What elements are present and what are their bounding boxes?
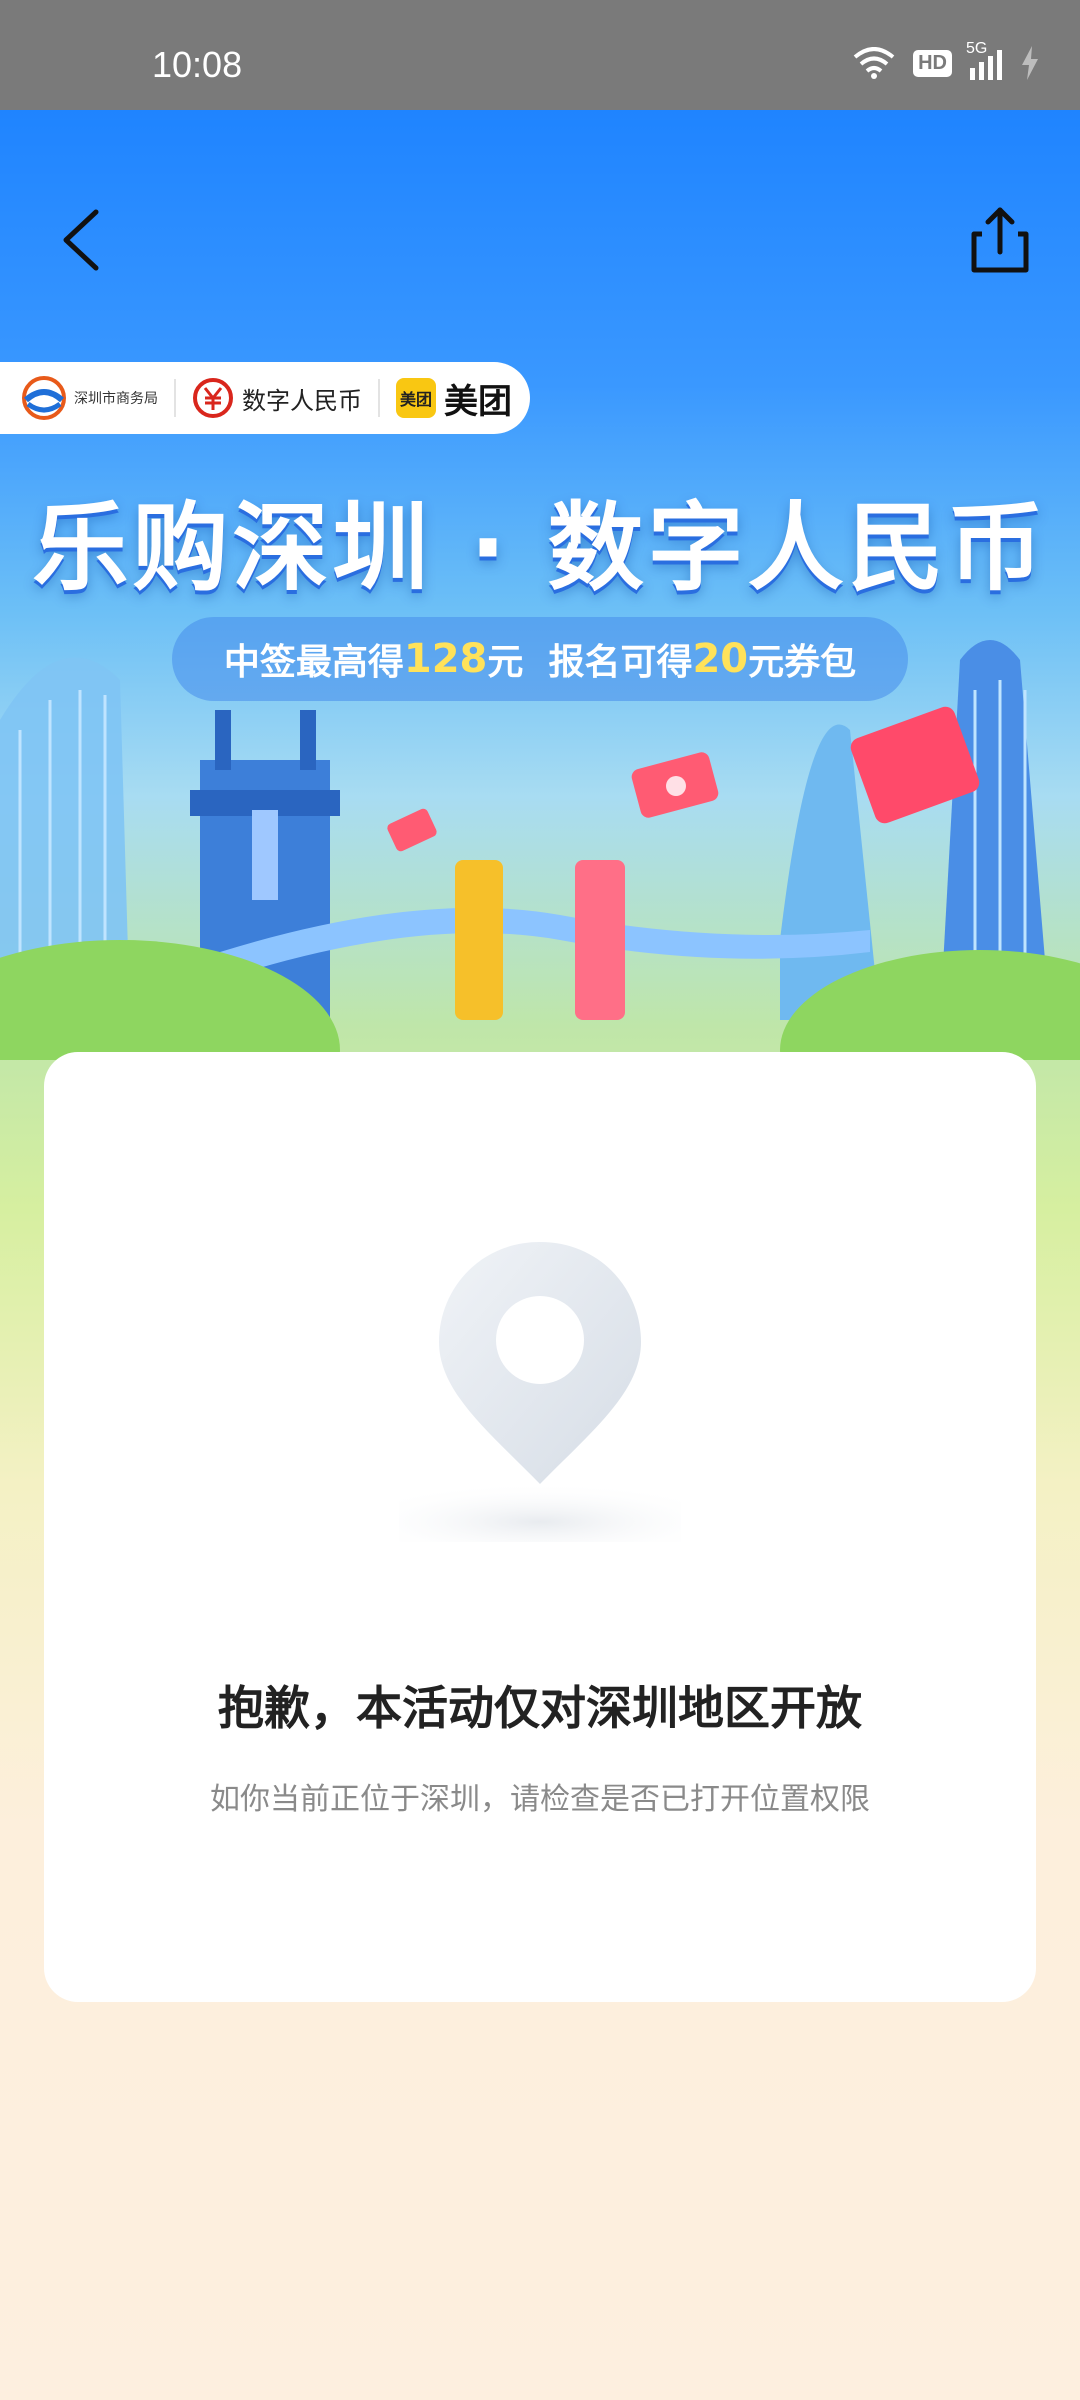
banner-headline: 乐购深圳 · 数字人民币	[32, 492, 1048, 604]
status-icons: HD 5G	[853, 40, 1040, 80]
chevron-left-icon	[63, 209, 99, 271]
ecny-logo: 数字人民币	[192, 377, 362, 419]
charging-icon	[1022, 46, 1038, 80]
status-bar: 10:08 HD 5G	[0, 0, 1080, 110]
share-icon	[971, 207, 1029, 273]
city-skyline-illustration	[0, 640, 1080, 1060]
location-pin-illustration	[340, 1222, 740, 1562]
divider	[174, 379, 176, 417]
wifi-icon	[853, 47, 895, 79]
signal-icon: 5G	[966, 40, 1002, 80]
hd-badge: HD	[913, 49, 952, 77]
status-time: 10:08	[152, 44, 243, 85]
commerce-bureau-emblem-icon	[22, 376, 66, 420]
meituan-logo: 美团 美团	[396, 374, 512, 423]
notice-title: 抱歉，本活动仅对深圳地区开放	[218, 1681, 862, 1735]
region-notice-card: 抱歉，本活动仅对深圳地区开放 如你当前正位于深圳，请检查是否已打开位置权限	[44, 1052, 1036, 2002]
ecny-emblem-icon	[193, 378, 233, 418]
commerce-bureau-logo: 深圳市商务局	[22, 376, 158, 420]
divider	[378, 379, 380, 417]
back-button[interactable]	[52, 200, 112, 280]
share-button[interactable]	[960, 200, 1040, 280]
location-pin-icon	[340, 1242, 740, 1562]
meituan-badge-icon: 美团	[396, 378, 436, 418]
notice-subtitle: 如你当前正位于深圳，请检查是否已打开位置权限	[210, 1782, 870, 1817]
partner-logos: 深圳市商务局 数字人民币 美团 美团	[0, 362, 530, 434]
